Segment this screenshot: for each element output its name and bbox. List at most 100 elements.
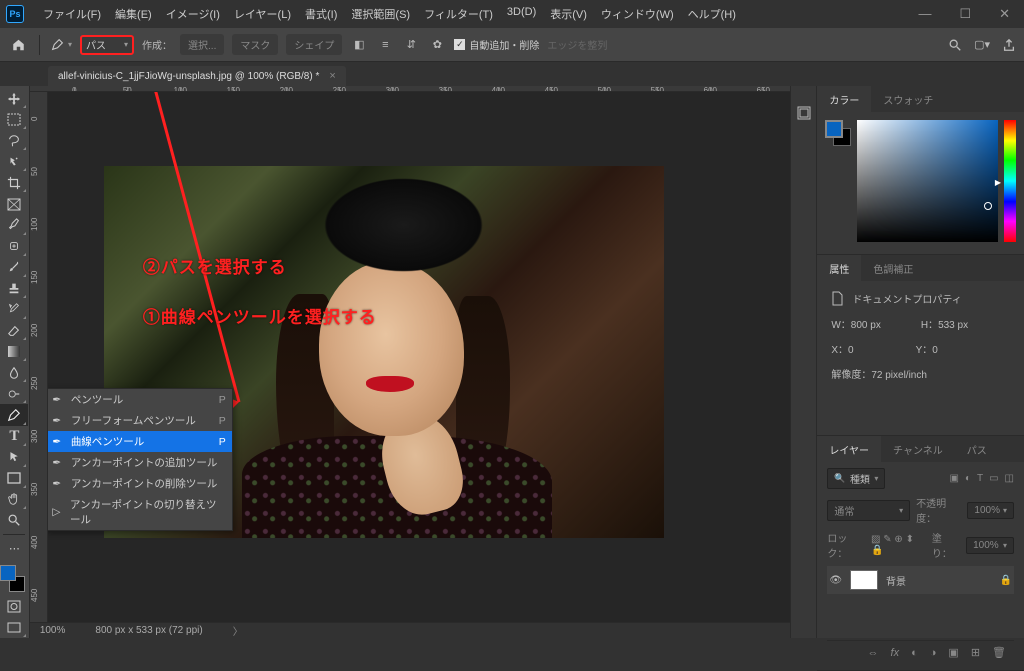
minimize-button[interactable]: — (910, 2, 939, 26)
pen-tool-flyout: ✒ペンツールP ✒フリーフォームペンツールP ✒曲線ペンツールP ✒アンカーポイ… (48, 388, 233, 531)
pen-tool[interactable] (0, 404, 28, 425)
menu-filter[interactable]: フィルター(T) (417, 2, 500, 26)
gradient-tool[interactable] (0, 341, 28, 362)
make-shape-button[interactable]: シェイプ (286, 34, 342, 55)
eraser-tool[interactable] (0, 320, 28, 341)
prop-y: Y：0 (916, 341, 938, 356)
menubar: ファイル(F) 編集(E) イメージ(I) レイヤー(L) 書式(I) 選択範囲… (36, 2, 743, 26)
tab-channels[interactable]: チャンネル (881, 436, 955, 463)
window-controls: — ☐ ✕ (910, 2, 1018, 26)
history-brush-tool[interactable] (0, 299, 28, 320)
frame-icon[interactable]: ▢▾ (974, 38, 990, 52)
color-swatches-toolbar[interactable] (0, 565, 28, 592)
visibility-icon[interactable]: 👁 (829, 575, 842, 586)
menu-window[interactable]: ウィンドウ(W) (594, 2, 681, 26)
lasso-tool[interactable] (0, 130, 28, 151)
make-selection-button[interactable]: 選択... (180, 34, 224, 55)
fill-input[interactable]: 100%▾ (966, 537, 1014, 554)
menu-type[interactable]: 書式(I) (298, 2, 344, 26)
blend-mode-dropdown[interactable]: 通常▾ (827, 500, 910, 521)
status-bar: 100% 800 px x 533 px (72 ppi) 〉 (30, 622, 790, 638)
prop-height: H：533 px (921, 316, 968, 331)
tab-adjustments[interactable]: 色調補正 (861, 255, 925, 282)
menu-layer[interactable]: レイヤー(L) (227, 2, 298, 26)
flyout-pen-tool[interactable]: ✒ペンツールP (48, 389, 232, 410)
brush-tool[interactable] (0, 257, 28, 278)
menu-view[interactable]: 表示(V) (543, 2, 594, 26)
menu-select[interactable]: 選択範囲(S) (344, 2, 417, 26)
maximize-button[interactable]: ☐ (951, 2, 979, 26)
hue-slider[interactable] (1004, 120, 1016, 242)
share-icon[interactable] (1002, 38, 1016, 52)
flyout-convert-anchor-tool[interactable]: ▷アンカーポイントの切り替えツール (48, 494, 232, 530)
document-tab[interactable]: allef-vinicius-C_1jjFJioWg-unsplash.jpg … (48, 66, 346, 86)
menu-file[interactable]: ファイル(F) (36, 2, 108, 26)
group-icon[interactable]: ▣ (948, 646, 958, 659)
fx-icon[interactable]: fx (891, 647, 900, 659)
link-layers-icon[interactable]: ⇔ (868, 647, 879, 659)
tab-color[interactable]: カラー (817, 86, 871, 113)
crop-tool[interactable] (0, 172, 28, 193)
arrange-icon[interactable]: ⇵ (402, 36, 420, 54)
home-button[interactable] (8, 35, 28, 55)
quickmask-icon[interactable] (0, 596, 28, 617)
tab-swatches[interactable]: スウォッチ (871, 86, 945, 113)
menu-help[interactable]: ヘルプ(H) (681, 2, 743, 26)
blur-tool[interactable] (0, 362, 28, 383)
close-button[interactable]: ✕ (991, 2, 1018, 26)
dodge-tool[interactable] (0, 383, 28, 404)
flyout-curvature-pen-tool[interactable]: ✒曲線ペンツールP (48, 431, 232, 452)
fill-adj-icon[interactable]: ◑ (930, 647, 937, 659)
zoom-tool[interactable] (0, 510, 28, 531)
frame-tool[interactable] (0, 193, 28, 214)
path-ops-icon[interactable]: ◧ (350, 36, 368, 54)
layer-filter-dropdown[interactable]: 🔍種類▾ (827, 468, 885, 489)
color-swatch-pair[interactable] (825, 120, 851, 146)
make-mask-button[interactable]: マスク (232, 34, 278, 55)
tab-properties[interactable]: 属性 (817, 255, 861, 282)
layer-filter-icons[interactable]: ▣◐T▭◫ (949, 473, 1014, 484)
align-edges-label: エッジを整列 (547, 37, 607, 52)
properties-panel: 属性 色調補正 ドキュメントプロパティ W：800 px H：533 px X：… (817, 255, 1024, 436)
tool-preset[interactable]: ▾ (51, 38, 72, 51)
search-icon[interactable] (948, 38, 962, 52)
layer-background[interactable]: 👁 背景 🔒 (827, 566, 1014, 594)
auto-add-checkbox[interactable]: ✓自動追加・削除 (454, 37, 539, 52)
menu-image[interactable]: イメージ(I) (159, 2, 227, 26)
canvas-area: 050100150200250300350400450500550600650 … (30, 86, 790, 638)
viewport[interactable]: ②パスを選択する ①曲線ペンツールを選択する ✒ペンツールP ✒フリーフォームペ… (48, 92, 790, 622)
tab-layers[interactable]: レイヤー (817, 436, 881, 463)
opacity-input[interactable]: 100%▾ (967, 502, 1014, 519)
menu-edit[interactable]: 編集(E) (108, 2, 159, 26)
zoom-level[interactable]: 100% (40, 625, 66, 636)
color-field[interactable]: ▶ (857, 120, 998, 242)
new-layer-icon[interactable]: ⊞ (971, 646, 980, 659)
screenmode-icon[interactable] (0, 617, 28, 638)
eyedropper-tool[interactable] (0, 215, 28, 236)
align-icon[interactable]: ≡ (376, 36, 394, 54)
path-select-tool[interactable] (0, 447, 28, 468)
collapsed-history-icon[interactable] (793, 102, 815, 124)
quick-select-tool[interactable] (0, 151, 28, 172)
type-tool[interactable]: T (0, 426, 28, 447)
flyout-delete-anchor-tool[interactable]: ✒アンカーポイントの削除ツール (48, 473, 232, 494)
tool-mode-dropdown[interactable]: パス▾ (80, 35, 134, 55)
rectangle-tool[interactable] (0, 468, 28, 489)
mask-icon[interactable]: ◐ (911, 647, 918, 659)
tab-paths[interactable]: パス (955, 436, 999, 463)
close-tab-icon[interactable]: × (329, 70, 335, 82)
gear-icon[interactable]: ✿ (428, 36, 446, 54)
lock-icons[interactable]: ▨ ✎ ⊕ ⬍ 🔒 (871, 534, 926, 556)
menu-3d[interactable]: 3D(D) (500, 2, 543, 26)
heal-tool[interactable] (0, 236, 28, 257)
edit-toolbar-icon[interactable]: ⋯ (0, 538, 28, 559)
move-tool[interactable] (0, 88, 28, 109)
lock-icon[interactable]: 🔒 (1000, 575, 1012, 586)
delete-icon[interactable]: 🗑 (992, 646, 1006, 659)
flyout-add-anchor-tool[interactable]: ✒アンカーポイントの追加ツール (48, 452, 232, 473)
doc-info[interactable]: 800 px x 533 px (72 ppi) (95, 625, 202, 636)
stamp-tool[interactable] (0, 278, 28, 299)
hand-tool[interactable] (0, 489, 28, 510)
flyout-freeform-pen-tool[interactable]: ✒フリーフォームペンツールP (48, 410, 232, 431)
marquee-tool[interactable] (0, 109, 28, 130)
